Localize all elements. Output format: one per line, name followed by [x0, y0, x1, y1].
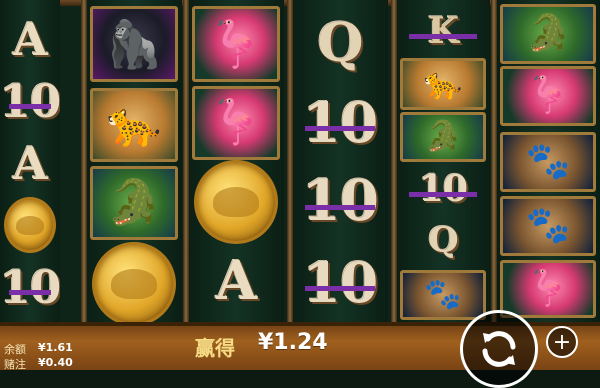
reel-2: 🦍 🐆 🐊 — [86, 0, 182, 322]
reel-divider — [491, 0, 497, 322]
flamingo-icon: 🦩 — [192, 6, 280, 82]
spin-button[interactable] — [460, 310, 538, 388]
crocodile-icon: 🐊 — [400, 112, 486, 162]
symbol-glyph: 10 — [302, 89, 379, 155]
cheetah-icon: 🐆 — [400, 58, 486, 110]
symbol-10: 10 — [296, 84, 384, 160]
rhino-coin-icon — [90, 242, 178, 322]
coin-face — [194, 160, 278, 244]
animal-glyph: 🦩 — [208, 97, 264, 148]
animal-glyph: 🐊 — [106, 177, 162, 228]
symbol-10: 10 — [296, 244, 384, 320]
bet-value: ¥0.40 — [38, 356, 73, 369]
symbol-10: 10 — [400, 164, 486, 214]
symbol-glyph: 10 — [0, 260, 60, 314]
symbol-stripe — [9, 104, 51, 109]
symbol-stripe — [408, 34, 478, 39]
rhino-coin-icon — [192, 160, 280, 244]
plus-icon: + — [552, 329, 572, 355]
animal-glyph: 🦩 — [525, 75, 571, 116]
symbol-a: A — [192, 244, 280, 318]
crocodile-icon: 🐊 — [500, 4, 596, 64]
win-value: ¥1.24 — [258, 330, 328, 355]
refresh-icon — [482, 331, 516, 367]
reel-1: A 10 A 10 — [0, 0, 60, 322]
symbol-glyph: K — [427, 10, 459, 52]
symbol-10: 10 — [296, 162, 384, 240]
symbol-glyph: A — [13, 136, 48, 190]
rhino-silhouette — [212, 187, 260, 217]
reel-4: Q 10 10 10 — [292, 0, 388, 322]
reel-5: K 🐆 🐊 10 Q 🐾 — [396, 0, 490, 322]
animal-glyph: 🦍 — [105, 17, 163, 71]
symbol-q: Q — [400, 216, 486, 264]
symbol-stripe — [9, 290, 51, 295]
hyena-icon: 🐾 — [500, 196, 596, 256]
symbol-a: A — [4, 8, 56, 70]
symbol-glyph: 10 — [302, 249, 379, 315]
coin-face — [92, 242, 176, 322]
symbol-q: Q — [296, 6, 384, 80]
cheetah-icon: 🐆 — [90, 88, 178, 162]
hyena-icon: 🐾 — [400, 270, 486, 320]
symbol-glyph: 10 — [418, 168, 468, 210]
reel-6: 🐊 🦩 🐾 🐾 🦩 — [496, 0, 600, 322]
symbol-10: 10 — [0, 256, 60, 318]
animal-glyph: 🐾 — [525, 205, 571, 246]
symbol-stripe — [304, 205, 376, 210]
symbol-k: K — [400, 6, 486, 56]
symbol-glyph: A — [13, 12, 48, 66]
animal-glyph: 🦩 — [207, 17, 265, 71]
animal-glyph: 🐾 — [525, 141, 571, 182]
symbol-glyph: A — [215, 250, 257, 312]
reel-divider — [287, 0, 293, 322]
symbol-10: 10 — [0, 70, 60, 132]
reel-divider — [183, 0, 189, 322]
gorilla-icon: 🦍 — [90, 6, 178, 82]
symbol-glyph: 10 — [302, 168, 379, 234]
animal-glyph: 🐊 — [525, 13, 571, 54]
animal-glyph: 🐾 — [424, 277, 462, 312]
rhino-silhouette — [16, 215, 44, 235]
symbol-glyph: Q — [428, 219, 458, 261]
reel-divider — [391, 0, 397, 322]
symbol-a: A — [4, 132, 56, 194]
rhino-coin-icon — [4, 194, 56, 256]
reel-area: A 10 A 10 🦍 🐆 🐊 🦩 🦩 A Q 10 10 10 K 🐆 🐊 10 Q 🐾 🐊 🦩 🐾 🐾 🦩 — [0, 0, 600, 322]
hyena-icon: 🐾 — [500, 132, 596, 192]
balance-value: ¥1.61 — [38, 341, 73, 354]
crocodile-icon: 🐊 — [90, 166, 178, 240]
animal-glyph: 🐆 — [106, 99, 162, 150]
animal-glyph: 🐊 — [424, 119, 462, 154]
symbol-glyph: 10 — [0, 74, 60, 128]
balance-label: 余额 — [4, 343, 26, 356]
reel-divider — [81, 0, 87, 322]
coin-face — [4, 197, 56, 253]
flamingo-icon: 🦩 — [500, 66, 596, 126]
symbol-stripe — [304, 126, 376, 131]
symbol-glyph: Q — [317, 12, 363, 74]
animal-glyph: 🐆 — [423, 65, 463, 102]
animal-glyph: 🦩 — [526, 268, 570, 309]
win-label: 赢得 — [195, 336, 235, 360]
rhino-silhouette — [110, 269, 158, 299]
flamingo-icon: 🦩 — [500, 260, 596, 318]
reel-3: 🦩 🦩 A — [188, 0, 284, 322]
symbol-stripe — [408, 192, 478, 197]
flamingo-icon: 🦩 — [192, 86, 280, 160]
symbol-stripe — [304, 286, 376, 291]
bet-increase-button[interactable]: + — [546, 326, 578, 358]
